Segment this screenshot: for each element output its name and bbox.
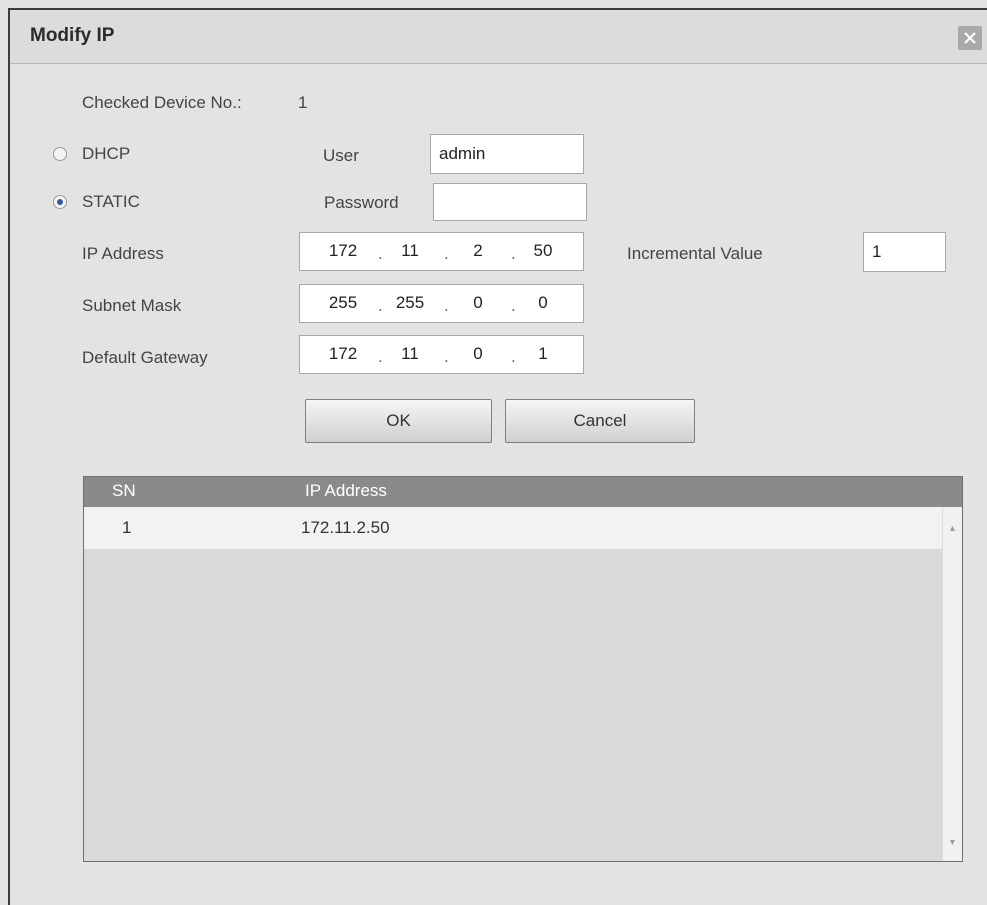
ip-octet-4[interactable]: 50 <box>513 233 573 269</box>
row-sn-cell: 1 <box>122 518 132 537</box>
incremental-value-label: Incremental Value <box>627 244 763 263</box>
ip-result-table: SN IP Address 1 172.11.2.50 ▲ ▼ <box>83 476 963 862</box>
checked-device-value: 1 <box>298 93 308 112</box>
ip-octet-2[interactable]: 11 <box>380 233 440 269</box>
dhcp-label: DHCP <box>82 144 131 163</box>
table-row[interactable]: 1 172.11.2.50 <box>84 507 942 549</box>
ok-button[interactable]: OK <box>305 399 492 443</box>
dialog-titlebar: Modify IP <box>10 10 987 64</box>
ip-address-label: IP Address <box>82 244 164 263</box>
subnet-mask-input[interactable]: 255 . 255 . 0 . 0 <box>299 284 584 323</box>
column-header-sn[interactable]: SN <box>112 481 136 501</box>
incremental-value-input[interactable]: 1 <box>863 232 946 272</box>
subnet-octet-3[interactable]: 0 <box>448 285 508 321</box>
checked-device-label: Checked Device No.: <box>82 93 242 112</box>
password-input[interactable] <box>433 183 587 221</box>
scroll-up-arrow-icon[interactable]: ▲ <box>948 523 957 533</box>
gateway-octet-1[interactable]: 172 <box>313 336 373 372</box>
close-icon <box>964 32 976 44</box>
close-button[interactable] <box>958 26 982 50</box>
user-label: User <box>323 146 359 165</box>
static-radio[interactable] <box>53 195 67 209</box>
ip-octet-3[interactable]: 2 <box>448 233 508 269</box>
subnet-octet-1[interactable]: 255 <box>313 285 373 321</box>
scroll-down-arrow-icon[interactable]: ▼ <box>948 837 957 847</box>
dialog-title: Modify IP <box>30 25 115 46</box>
modify-ip-dialog: Modify IP Checked Device No.: 1 DHCP Use… <box>8 8 987 905</box>
gateway-octet-2[interactable]: 11 <box>380 336 440 372</box>
static-label: STATIC <box>82 192 140 211</box>
table-header: SN IP Address <box>84 477 962 507</box>
gateway-octet-3[interactable]: 0 <box>448 336 508 372</box>
default-gateway-input[interactable]: 172 . 11 . 0 . 1 <box>299 335 584 374</box>
default-gateway-label: Default Gateway <box>82 348 208 367</box>
ip-octet-1[interactable]: 172 <box>313 233 373 269</box>
row-ip-address-cell: 172.11.2.50 <box>301 518 390 537</box>
vertical-scrollbar[interactable]: ▲ ▼ <box>942 507 962 861</box>
dhcp-radio[interactable] <box>53 147 67 161</box>
user-input[interactable]: admin <box>430 134 584 174</box>
subnet-octet-2[interactable]: 255 <box>380 285 440 321</box>
subnet-mask-label: Subnet Mask <box>82 296 182 315</box>
gateway-octet-4[interactable]: 1 <box>513 336 573 372</box>
password-label: Password <box>324 193 399 212</box>
cancel-button[interactable]: Cancel <box>505 399 695 443</box>
column-header-ip-address[interactable]: IP Address <box>305 481 387 501</box>
subnet-octet-4[interactable]: 0 <box>513 285 573 321</box>
ip-address-input[interactable]: 172 . 11 . 2 . 50 <box>299 232 584 271</box>
